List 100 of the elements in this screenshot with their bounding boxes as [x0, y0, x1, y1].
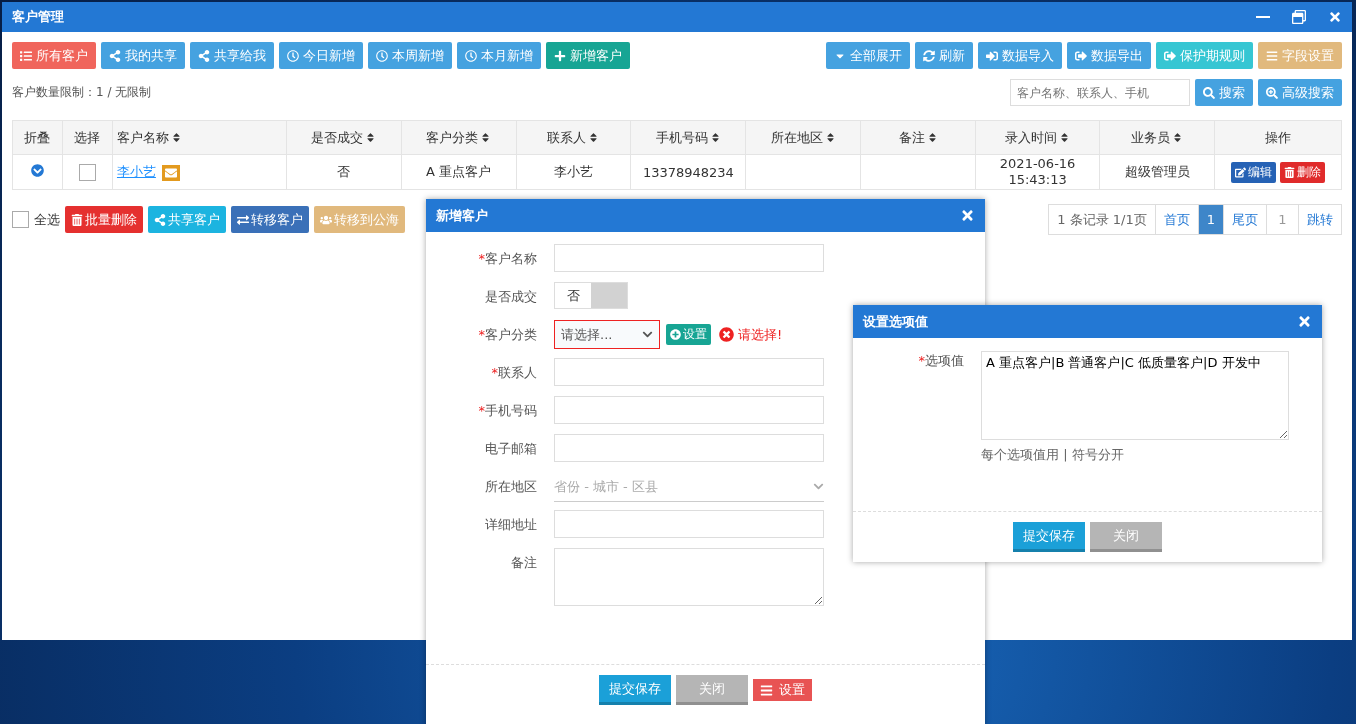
- column-header: 选择: [62, 120, 113, 155]
- toolbar-button[interactable]: 数据导出: [1067, 42, 1151, 69]
- toolbar-button[interactable]: 我的共享: [101, 42, 185, 69]
- error-icon: [719, 327, 734, 342]
- submit-button[interactable]: 提交保存: [1013, 522, 1085, 552]
- restore-button[interactable]: [1292, 10, 1306, 24]
- column-header[interactable]: 手机号码: [630, 120, 746, 155]
- clock-icon: [287, 49, 299, 62]
- plus-icon: [554, 49, 566, 62]
- search-icon: [1203, 86, 1215, 99]
- text-input[interactable]: [554, 244, 824, 272]
- table-cell: 否: [337, 164, 351, 179]
- delete-button[interactable]: 删除: [1279, 161, 1325, 183]
- first-page-link[interactable]: 首页: [1154, 205, 1198, 234]
- text-input[interactable]: [554, 396, 824, 424]
- toolbar-button[interactable]: 本周新增: [368, 42, 452, 69]
- toolbar-button[interactable]: 全部展开: [826, 42, 910, 69]
- sort-icon: [170, 132, 182, 143]
- search-field[interactable]: 客户名称、联系人、手机: [1010, 79, 1190, 106]
- toggle-switch[interactable]: 否: [554, 282, 628, 309]
- table-cell: 13378948234: [642, 164, 734, 180]
- toolbar-button[interactable]: 数据导入: [978, 42, 1062, 69]
- column-header: 操作: [1214, 120, 1342, 155]
- hint-text: 每个选项值用 | 符号分开: [981, 446, 1125, 464]
- column-header[interactable]: 是否成交: [286, 120, 402, 155]
- share-icon: [154, 213, 166, 226]
- expand-icon[interactable]: [31, 164, 44, 177]
- users-icon: [320, 213, 332, 226]
- options-textarea[interactable]: A 重点客户|B 普通客户|C 低质量客户|D 开发中: [981, 351, 1289, 440]
- error-message: 请选择!: [719, 320, 783, 349]
- column-header[interactable]: 客户名称: [112, 120, 287, 155]
- export-icon: [1075, 49, 1087, 62]
- sort-icon: [709, 132, 721, 143]
- close-button[interactable]: [1328, 10, 1342, 24]
- bulk-button[interactable]: 共享客户: [148, 206, 226, 233]
- close-button[interactable]: 关闭: [676, 675, 748, 705]
- edit-button[interactable]: 编辑: [1230, 161, 1276, 183]
- submit-button[interactable]: 提交保存: [599, 675, 671, 705]
- jump-link[interactable]: 跳转: [1298, 205, 1341, 234]
- customer-link[interactable]: 李小艺: [116, 164, 156, 179]
- close-button[interactable]: [1297, 314, 1312, 329]
- clock-icon: [465, 49, 477, 62]
- trash-icon: [1283, 166, 1295, 178]
- column-header[interactable]: 所在地区: [745, 120, 861, 155]
- mail-icon[interactable]: [161, 164, 180, 181]
- text-input[interactable]: [554, 510, 824, 538]
- page-link[interactable]: 1: [1197, 205, 1223, 234]
- region-select[interactable]: 省份 - 城市 - 区县: [554, 472, 824, 502]
- checkbox-label: 全选: [34, 210, 60, 229]
- text-input[interactable]: [554, 434, 824, 462]
- toolbar-button[interactable]: 新增客户: [546, 42, 630, 69]
- close-button[interactable]: [960, 208, 975, 223]
- edit-icon: [1234, 166, 1246, 178]
- column-header[interactable]: 备注: [860, 120, 976, 155]
- sort-icon: [365, 132, 377, 143]
- advanced-search-button[interactable]: 高级搜索: [1258, 79, 1342, 106]
- settings-button[interactable]: 设置: [753, 679, 812, 701]
- column-header[interactable]: 业务员: [1099, 120, 1215, 155]
- bulk-button[interactable]: 转移到公海: [314, 206, 405, 233]
- field-label: *客户名称: [477, 250, 538, 268]
- field-label: *联系人: [490, 364, 538, 382]
- sort-icon: [824, 132, 836, 143]
- checkbox[interactable]: [12, 211, 29, 228]
- sort-icon: [480, 132, 492, 143]
- menu-icon: [760, 683, 773, 697]
- text-area[interactable]: [554, 548, 824, 606]
- field-label: *手机号码: [477, 402, 538, 420]
- zoom-search-icon: [1266, 86, 1278, 99]
- sort-icon: [1059, 132, 1071, 143]
- share-icon: [109, 49, 121, 62]
- list-icon: [20, 49, 32, 62]
- table-cell: 超级管理员: [1124, 164, 1190, 179]
- field-label: 备注: [510, 554, 538, 572]
- toolbar-button[interactable]: 本月新增: [457, 42, 541, 69]
- column-header[interactable]: 录入时间: [975, 120, 1100, 155]
- column-header: 折叠: [12, 120, 63, 155]
- field-label: 所在地区: [484, 478, 538, 496]
- trash-icon: [71, 213, 83, 226]
- search-button[interactable]: 搜索: [1195, 79, 1253, 106]
- checkbox[interactable]: [78, 163, 96, 181]
- text-input[interactable]: [554, 358, 824, 386]
- settings-button[interactable]: 设置: [666, 324, 711, 345]
- column-header[interactable]: 联系人: [516, 120, 631, 155]
- toolbar-button[interactable]: 共享给我: [190, 42, 274, 69]
- dialog-title: 设置选项值: [863, 312, 928, 331]
- toolbar-button[interactable]: 今日新增: [279, 42, 363, 69]
- close-button[interactable]: 关闭: [1090, 522, 1162, 552]
- toolbar-button[interactable]: 保护期规则: [1156, 42, 1253, 69]
- sort-icon: [588, 132, 600, 143]
- column-header[interactable]: 客户分类: [401, 120, 517, 155]
- toolbar-button[interactable]: 字段设置: [1258, 42, 1342, 69]
- clock-icon: [376, 49, 388, 62]
- select-dropdown[interactable]: 请选择...: [554, 320, 660, 349]
- bulk-button[interactable]: 转移客户: [231, 206, 309, 233]
- sort-icon: [1172, 132, 1183, 143]
- field-label: 是否成交: [484, 288, 538, 306]
- toolbar-button[interactable]: 刷新: [915, 42, 973, 69]
- table-cell: A 重点客户: [426, 164, 492, 179]
- bulk-button[interactable]: 批量删除: [65, 206, 143, 233]
- toolbar-button[interactable]: 所有客户: [12, 42, 96, 69]
